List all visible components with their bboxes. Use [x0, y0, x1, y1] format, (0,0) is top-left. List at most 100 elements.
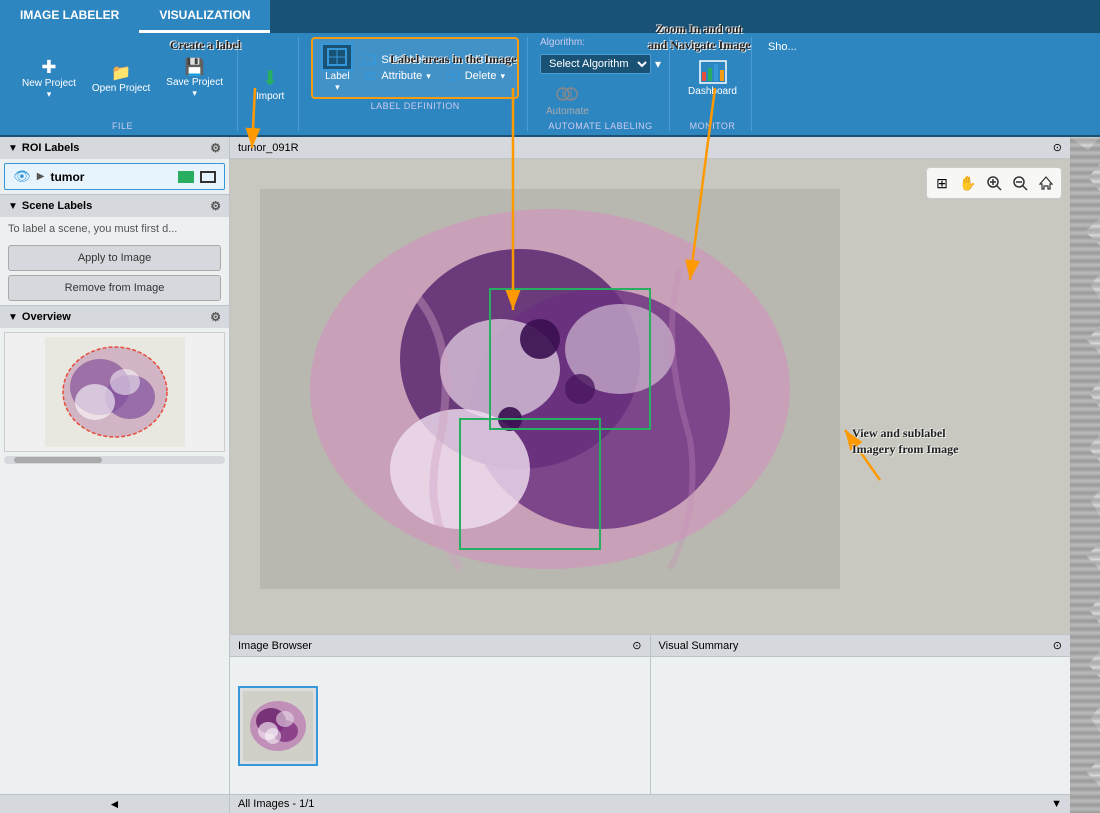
ribbon-label-section: Label ▾ + Sublabel ▾ [303, 37, 528, 131]
tab-bar: IMAGE LABELER VISUALIZATION [0, 0, 1100, 33]
automate-button[interactable]: Automate [540, 82, 595, 119]
visual-summary-panel: Visual Summary ⊙ [650, 635, 1071, 794]
roi-expand-arrow: ▼ [8, 143, 18, 154]
image-title-bar: tumor_091R ⊙ [230, 137, 1070, 159]
image-toolbar: ⊞ ✋ [926, 167, 1062, 199]
new-project-button[interactable]: ✚ New Project ▾ [16, 55, 82, 102]
import-button[interactable]: ⬇ Import [250, 64, 290, 104]
visual-summary-header: Visual Summary ⊙ [651, 635, 1071, 657]
ribbon-monitor-section: Dashboard MONITOR [674, 37, 752, 131]
image-browser-panel: Image Browser ⊙ [230, 635, 650, 794]
ribbon-file-section: ✚ New Project ▾ 📁 Open Project 💾 Save Pr… [8, 37, 238, 131]
roi-labels-section: ▼ ROI Labels ⚙ 👁 ▶ tumor [0, 137, 229, 195]
roi-labels-header[interactable]: ▼ ROI Labels ⚙ [0, 137, 229, 159]
attribute-chevron: ▾ [426, 71, 431, 82]
thumbnail-item[interactable] [238, 686, 318, 766]
roi-color-box [178, 171, 194, 183]
label-button[interactable]: Label ▾ [321, 43, 353, 93]
scene-labels-title: Scene Labels [22, 200, 92, 212]
scene-labels-header[interactable]: ▼ Scene Labels ⚙ [0, 195, 229, 217]
roi-gear-icon[interactable]: ⚙ [210, 141, 221, 155]
save-project-chevron: ▾ [192, 88, 197, 99]
delete-chevron: ▾ [500, 71, 505, 82]
image-title-gear[interactable]: ⊙ [1053, 141, 1062, 154]
tab-visualization[interactable]: VISUALIZATION [139, 0, 270, 33]
ribbon-import-section: ⬇ Import [242, 37, 299, 131]
roi-tumor-label: tumor [50, 170, 172, 184]
open-project-icon: 📁 [111, 63, 131, 83]
select-chevron: ▾ [655, 57, 661, 71]
scroll-left-arrow[interactable]: ◄ [0, 794, 229, 813]
scene-expand-arrow: ▼ [8, 201, 18, 212]
left-panel: ▼ ROI Labels ⚙ 👁 ▶ tumor ▼ [0, 137, 230, 813]
home-tool-button[interactable] [1034, 171, 1058, 195]
sublabel-button[interactable]: + Sublabel ▾ [359, 53, 436, 67]
scene-gear-icon[interactable]: ⚙ [210, 199, 221, 213]
save-project-icon: 💾 [185, 57, 205, 77]
image-title: tumor_091R [238, 142, 299, 154]
overview-header[interactable]: ▼ Overview ⚙ [0, 306, 229, 328]
roi-labels-title: ROI Labels [22, 142, 79, 154]
visual-summary-gear[interactable]: ⊙ [1053, 639, 1062, 652]
delete-button[interactable]: Delete ▾ [443, 69, 509, 83]
label-def-section-label: LABEL DEFINITION [371, 101, 460, 111]
roi-item-arrow: ▶ [37, 171, 45, 182]
bottom-status-bar: All Images - 1/1 ▼ [230, 794, 1070, 813]
label-icon [321, 43, 353, 71]
svg-text:+: + [371, 54, 376, 59]
left-scroll-icon: ◄ [109, 797, 121, 811]
image-browser-title: Image Browser [238, 640, 312, 652]
ribbon-automate-section: Algorithm: Select Algorithm ▾ [532, 37, 670, 131]
new-project-chevron: ▾ [47, 89, 52, 100]
image-browser-header: Image Browser ⊙ [230, 635, 650, 657]
ribbon-sub-buttons: + Sublabel ▾ Attribute ▾ [359, 53, 436, 83]
ribbon-show-section: Sho... [756, 37, 809, 131]
monitor-section-label: MONITOR [690, 121, 736, 131]
select-algorithm-dropdown[interactable]: Select Algorithm [540, 54, 651, 74]
scene-labels-section: ▼ Scene Labels ⚙ To label a scene, you m… [0, 195, 229, 306]
ribbon-edit-delete: Edit ▾ Delete ▾ [443, 53, 509, 83]
visual-summary-content [651, 657, 1071, 794]
image-browser-content [230, 657, 650, 794]
tab-image-labeler[interactable]: IMAGE LABELER [0, 0, 139, 33]
tumor-roi-item: 👁 ▶ tumor [4, 163, 225, 190]
bottom-panels: Image Browser ⊙ [230, 634, 1070, 794]
attribute-button[interactable]: Attribute ▾ [359, 69, 436, 83]
main-area: ▼ ROI Labels ⚙ 👁 ▶ tumor ▼ [0, 137, 1100, 813]
save-project-button[interactable]: 💾 Save Project ▾ [160, 55, 229, 101]
open-project-button[interactable]: 📁 Open Project [86, 61, 156, 96]
label-chevron: ▾ [335, 82, 340, 93]
remove-from-image-button[interactable]: Remove from Image [8, 275, 221, 301]
overview-section: ▼ Overview ⚙ [0, 306, 229, 794]
algorithm-label: Algorithm: [540, 37, 585, 48]
new-project-icon: ✚ [41, 57, 56, 78]
overview-thumbnail [4, 332, 225, 452]
zoom-in-button[interactable] [982, 171, 1006, 195]
import-icon: ⬇ [262, 66, 279, 91]
overview-title: Overview [22, 311, 71, 323]
scroll-down-icon[interactable]: ▼ [1051, 798, 1062, 810]
roi-rect-icon [200, 171, 216, 183]
overview-gear-icon[interactable]: ⚙ [210, 310, 221, 324]
image-browser-gear[interactable]: ⊙ [632, 639, 641, 652]
scene-description: To label a scene, you must first d... [0, 217, 229, 241]
image-view[interactable]: ⊞ ✋ [230, 159, 1070, 634]
all-images-label: All Images - 1/1 [238, 798, 314, 810]
overview-expand-arrow: ▼ [8, 312, 18, 323]
dashboard-button[interactable]: Dashboard [682, 58, 743, 99]
pan-tool-button[interactable]: ✋ [956, 171, 980, 195]
sublabel-chevron: ▾ [428, 55, 433, 66]
grid-tool-button[interactable]: ⊞ [930, 171, 954, 195]
label-def-box: Label ▾ + Sublabel ▾ [311, 37, 519, 99]
edit-chevron: ▾ [488, 55, 493, 66]
show-label: Sho... [764, 37, 801, 57]
zoom-out-button[interactable] [1008, 171, 1032, 195]
visual-summary-title: Visual Summary [659, 640, 739, 652]
file-section-label: FILE [112, 121, 133, 131]
right-edge [1070, 137, 1100, 813]
center-area: tumor_091R ⊙ [230, 137, 1070, 813]
apply-to-image-button[interactable]: Apply to Image [8, 245, 221, 271]
edit-button[interactable]: Edit ▾ [443, 53, 509, 67]
eye-icon[interactable]: 👁 [13, 168, 31, 185]
torn-edge-decoration [1070, 137, 1100, 813]
